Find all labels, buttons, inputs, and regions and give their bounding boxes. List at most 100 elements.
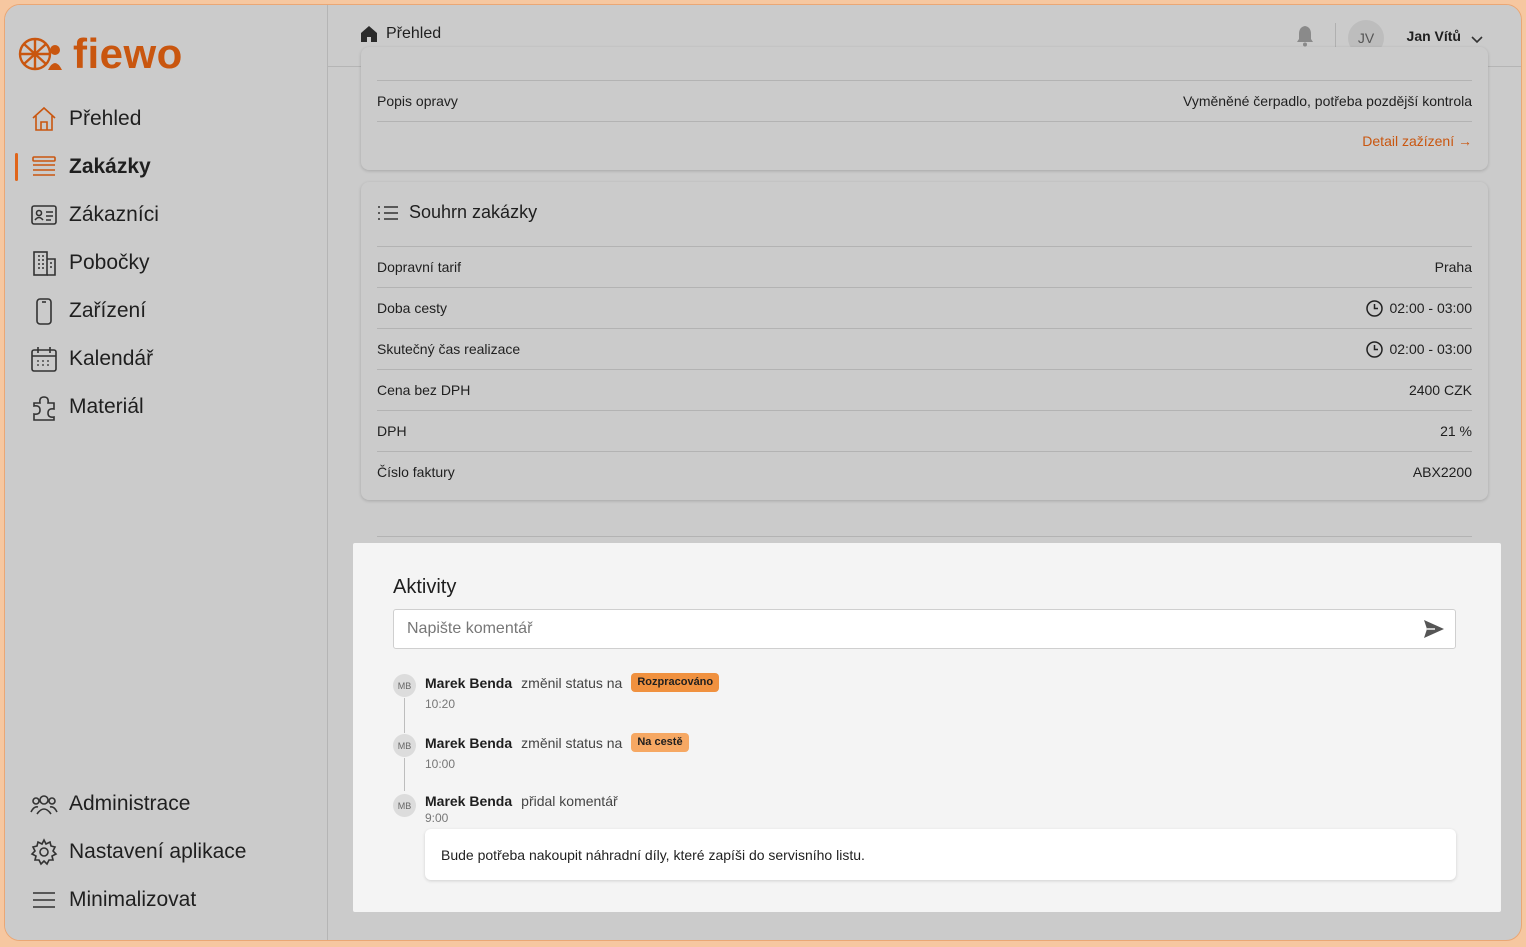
avatar: MB [393, 794, 416, 817]
activity-author: Marek Benda [425, 674, 513, 691]
orders-icon [29, 152, 59, 182]
sidebar-item-label: Zařízení [69, 299, 147, 322]
activity-verb: změnil status na [521, 734, 623, 751]
row-value: Vyměněné čerpadlo, potřeba pozdější kont… [1183, 93, 1472, 109]
puzzle-icon [29, 392, 59, 422]
row-label: DPH [377, 423, 407, 439]
row-value-text: 02:00 - 03:00 [1389, 300, 1472, 316]
calendar-icon [29, 344, 59, 374]
sidebar-item-minimalizovat[interactable]: Minimalizovat [29, 880, 309, 920]
header-divider [1335, 23, 1336, 49]
sidebar-item-label: Zákazníci [69, 203, 159, 226]
section-divider [377, 536, 1472, 537]
sidebar-item-material[interactable]: Materiál [29, 387, 309, 427]
gear-icon [29, 837, 59, 867]
activity-item: Marek Benda změnil status na Na cestě [425, 733, 689, 752]
comment-field[interactable] [393, 609, 1456, 649]
row-value: 02:00 - 03:00 [1366, 299, 1472, 317]
summary-title: Souhrn zakázky [409, 202, 538, 222]
summary-card: Souhrn zakázky Dopravní tarif Praha Doba… [361, 182, 1488, 500]
row-label: Doba cesty [377, 300, 448, 316]
clock-icon [1366, 299, 1384, 317]
sidebar-item-zakaznici[interactable]: Zákazníci [29, 195, 309, 235]
activity-verb: přidal komentář [521, 793, 618, 809]
activities-panel: Aktivity MB Marek Benda změnil status na… [353, 543, 1501, 912]
activity-time: 10:00 [425, 757, 456, 771]
phone-device-icon [29, 296, 59, 326]
logo-text: fiewo [73, 30, 183, 77]
detail-device-link[interactable]: Detail zažízení → [1362, 133, 1472, 149]
sidebar-item-label: Minimalizovat [69, 888, 197, 911]
summary-row: Číslo faktury ABX2200 [377, 451, 1472, 492]
home-icon [29, 104, 59, 134]
row-label: Popis opravy [377, 93, 458, 109]
row-label: Číslo faktury [377, 464, 455, 480]
summary-row: Cena bez DPH 2400 CZK [377, 369, 1472, 410]
avatar: MB [393, 734, 416, 757]
row-value: Praha [1435, 259, 1472, 275]
row-value: 02:00 - 03:00 [1366, 340, 1472, 358]
status-badge: Na cestě [631, 733, 689, 752]
activity-item: Marek Benda změnil status na Rozpracován… [425, 673, 720, 692]
send-icon[interactable] [1423, 619, 1445, 644]
row-label: Cena bez DPH [377, 382, 471, 398]
sidebar-item-label: Přehled [69, 107, 142, 130]
detail-row-footer [377, 121, 1472, 162]
comment-card: Bude potřeba nakoupit náhradní díly, kte… [425, 829, 1456, 880]
home-icon [360, 25, 378, 43]
avatar: MB [393, 674, 416, 697]
row-value-text: 02:00 - 03:00 [1389, 341, 1472, 357]
row-value: ABX2200 [1413, 464, 1472, 480]
summary-row: Skutečný čas realizace 02:00 - 03:00 [377, 328, 1472, 369]
breadcrumb[interactable]: Přehled [360, 25, 441, 43]
sidebar-item-label: Nastavení aplikace [69, 840, 247, 863]
clock-icon [1366, 340, 1384, 358]
id-card-icon [29, 200, 59, 230]
app-window: fiewo Přehled Zakázky Zákazníci Pobočky … [4, 4, 1522, 941]
sidebar-item-prehled[interactable]: Přehled [29, 99, 309, 139]
sidebar: fiewo Přehled Zakázky Zákazníci Pobočky … [5, 5, 328, 940]
timeline-line [404, 698, 405, 733]
active-indicator [15, 153, 18, 181]
comment-input[interactable] [394, 610, 1455, 648]
row-value-text: Praha [1434, 259, 1472, 275]
sidebar-item-nastaveni[interactable]: Nastavení aplikace [29, 832, 309, 872]
activity-time: 10:20 [425, 697, 456, 711]
sidebar-item-zarizeni[interactable]: Zařízení [29, 291, 309, 331]
activity-author: Marek Benda [425, 793, 513, 809]
activity-author: Marek Benda [425, 734, 513, 751]
user-name[interactable]: Jan Vítů [1407, 28, 1461, 44]
row-value-text: ABX2200 [1412, 464, 1472, 480]
timeline-line [404, 758, 405, 791]
activity-time: 9:00 [425, 811, 449, 825]
summary-row: Doba cesty 02:00 - 03:00 [377, 287, 1472, 328]
row-value: 21 % [1440, 423, 1472, 439]
activities-title: Aktivity [393, 576, 457, 598]
sidebar-item-zakazky[interactable]: Zakázky [29, 147, 309, 187]
row-value-text: 2400 CZK [1408, 382, 1472, 398]
status-badge: Rozpracováno [631, 673, 720, 692]
breadcrumb-label: Přehled [386, 25, 442, 42]
detail-row: Popis opravy Vyměněné čerpadlo, potřeba … [377, 80, 1472, 121]
repair-card: Popis opravy Vyměněné čerpadlo, potřeba … [361, 47, 1488, 170]
row-label: Dopravní tarif [377, 259, 462, 275]
sidebar-item-label: Pobočky [69, 251, 150, 274]
row-value: 2400 CZK [1409, 382, 1472, 398]
summary-row: Dopravní tarif Praha [377, 246, 1472, 287]
main-content: Popis opravy Vyměněné čerpadlo, potřeba … [328, 47, 1521, 940]
logo-icon [18, 37, 62, 71]
activity-verb: změnil status na [521, 674, 623, 691]
building-icon [29, 248, 59, 278]
sidebar-item-label: Materiál [69, 395, 144, 418]
sidebar-item-administrace[interactable]: Administrace [29, 784, 309, 824]
list-icon [377, 204, 399, 222]
card-title: Souhrn zakázky [377, 202, 537, 223]
row-value-text: 21 % [1440, 423, 1472, 439]
row-label: Skutečný čas realizace [377, 341, 521, 357]
sidebar-item-pobocky[interactable]: Pobočky [29, 243, 309, 283]
sidebar-item-label: Zakázky [69, 155, 151, 178]
logo[interactable]: fiewo [15, 33, 183, 75]
sidebar-item-label: Kalendář [69, 347, 154, 370]
summary-row: DPH 21 % [377, 410, 1472, 451]
sidebar-item-kalendar[interactable]: Kalendář [29, 339, 309, 379]
